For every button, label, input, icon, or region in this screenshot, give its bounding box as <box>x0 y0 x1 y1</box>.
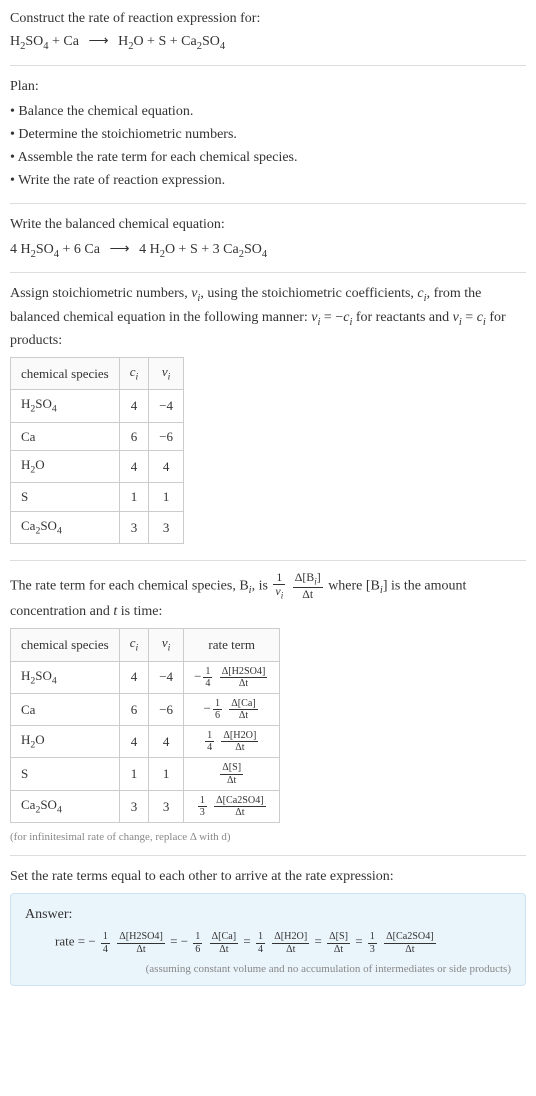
table-row: H2SO4 4 −4 −14 Δ[H2SO4]Δt <box>11 661 280 693</box>
plan-item: • Assemble the rate term for each chemic… <box>10 147 526 168</box>
table-header-row: chemical species ci νi <box>11 358 184 390</box>
cell-species: H2O <box>11 726 120 758</box>
section-plan: Plan: • Balance the chemical equation. •… <box>10 66 526 204</box>
cell-species: H2O <box>11 451 120 483</box>
assign-text: Assign stoichiometric numbers, νi, using… <box>10 283 526 351</box>
cell-vi: 4 <box>149 726 184 758</box>
cell-ci: 3 <box>119 790 149 822</box>
cell-species: Ca2SO4 <box>11 790 120 822</box>
cell-ci: 1 <box>119 483 149 512</box>
plan-item: • Determine the stoichiometric numbers. <box>10 124 526 145</box>
cell-species: Ca <box>11 693 120 725</box>
answer-box: Answer: rate = − 14 Δ[H2SO4]Δt = − 16 Δ[… <box>10 893 526 986</box>
arrow-icon: ⟶ <box>109 239 129 260</box>
nu-i: νi <box>191 286 200 301</box>
cell-vi: −6 <box>149 422 184 451</box>
col-ci: ci <box>119 358 149 390</box>
eq-h2so4: H2SO4 <box>10 34 49 49</box>
table-row: H2O 4 4 <box>11 451 184 483</box>
cell-rate: −14 Δ[H2SO4]Δt <box>184 661 280 693</box>
intro-equation: H2SO4 + Ca ⟶ H2O + S + Ca2SO4 <box>10 31 526 55</box>
table-row: S 1 1 <box>11 483 184 512</box>
cell-ci: 6 <box>119 422 149 451</box>
balanced-equation: 4 H2SO4 + 6 Ca ⟶ 4 H2O + S + 3 Ca2SO4 <box>10 239 526 263</box>
frac-dbi-dt: Δ[Bi]Δt <box>293 571 323 601</box>
section-assign: Assign stoichiometric numbers, νi, using… <box>10 273 526 561</box>
cell-vi: 3 <box>149 790 184 822</box>
arrow-icon: ⟶ <box>88 31 108 52</box>
section-setequal: Set the rate terms equal to each other t… <box>10 856 526 996</box>
stoich-table: chemical species ci νi H2SO4 4 −4 Ca 6 −… <box>10 357 184 544</box>
cell-ci: 4 <box>119 661 149 693</box>
cell-vi: 1 <box>149 758 184 790</box>
table-row: H2O 4 4 14 Δ[H2O]Δt <box>11 726 280 758</box>
cell-species: Ca2SO4 <box>11 511 120 543</box>
table-header-row: chemical species ci νi rate term <box>11 629 280 661</box>
cell-species: H2SO4 <box>11 661 120 693</box>
balanced-title: Write the balanced chemical equation: <box>10 214 526 235</box>
rateterm-text: The rate term for each chemical species,… <box>10 571 526 622</box>
c-i: ci <box>417 286 426 301</box>
cell-species: Ca <box>11 422 120 451</box>
answer-label: Answer: <box>25 904 511 925</box>
cell-vi: −4 <box>149 661 184 693</box>
col-species: chemical species <box>11 629 120 661</box>
col-vi: νi <box>149 629 184 661</box>
table2-note: (for infinitesimal rate of change, repla… <box>10 829 526 846</box>
cell-ci: 4 <box>119 726 149 758</box>
table-row: Ca2SO4 3 3 13 Δ[Ca2SO4]Δt <box>11 790 280 822</box>
frac-1-over-nu: 1νi <box>273 571 285 601</box>
cell-vi: −6 <box>149 693 184 725</box>
table-row: Ca 6 −6 −16 Δ[Ca]Δt <box>11 693 280 725</box>
cell-rate: Δ[S]Δt <box>184 758 280 790</box>
section-rateterm: The rate term for each chemical species,… <box>10 561 526 856</box>
cell-rate: 14 Δ[H2O]Δt <box>184 726 280 758</box>
setequal-text: Set the rate terms equal to each other t… <box>10 866 526 887</box>
cell-ci: 3 <box>119 511 149 543</box>
cell-species: S <box>11 483 120 512</box>
cell-rate: 13 Δ[Ca2SO4]Δt <box>184 790 280 822</box>
cell-vi: −4 <box>149 390 184 422</box>
col-species: chemical species <box>11 358 120 390</box>
col-vi: νi <box>149 358 184 390</box>
plan-item: • Write the rate of reaction expression. <box>10 170 526 191</box>
eq-rhs: H2O + S + Ca2SO4 <box>118 34 225 49</box>
answer-equation: rate = − 14 Δ[H2SO4]Δt = − 16 Δ[Ca]Δt = … <box>25 931 511 954</box>
cell-rate: −16 Δ[Ca]Δt <box>184 693 280 725</box>
cell-ci: 1 <box>119 758 149 790</box>
cell-vi: 4 <box>149 451 184 483</box>
section-intro: Construct the rate of reaction expressio… <box>10 8 526 66</box>
cell-ci: 4 <box>119 451 149 483</box>
cell-vi: 3 <box>149 511 184 543</box>
plan-list: • Balance the chemical equation. • Deter… <box>10 101 526 191</box>
cell-ci: 6 <box>119 693 149 725</box>
cell-ci: 4 <box>119 390 149 422</box>
document-container: Construct the rate of reaction expressio… <box>0 0 536 1004</box>
plan-title: Plan: <box>10 76 526 97</box>
table-row: Ca 6 −6 <box>11 422 184 451</box>
cell-species: S <box>11 758 120 790</box>
cell-species: H2SO4 <box>11 390 120 422</box>
plan-item: • Balance the chemical equation. <box>10 101 526 122</box>
cell-vi: 1 <box>149 483 184 512</box>
table-row: H2SO4 4 −4 <box>11 390 184 422</box>
table-row: Ca2SO4 3 3 <box>11 511 184 543</box>
rate-term-table: chemical species ci νi rate term H2SO4 4… <box>10 628 280 823</box>
col-ci: ci <box>119 629 149 661</box>
eq-plus-ca: + Ca <box>49 34 79 49</box>
intro-text: Construct the rate of reaction expressio… <box>10 8 526 29</box>
col-rateterm: rate term <box>184 629 280 661</box>
table-row: S 1 1 Δ[S]Δt <box>11 758 280 790</box>
section-balanced: Write the balanced chemical equation: 4 … <box>10 204 526 274</box>
answer-note: (assuming constant volume and no accumul… <box>25 961 511 978</box>
